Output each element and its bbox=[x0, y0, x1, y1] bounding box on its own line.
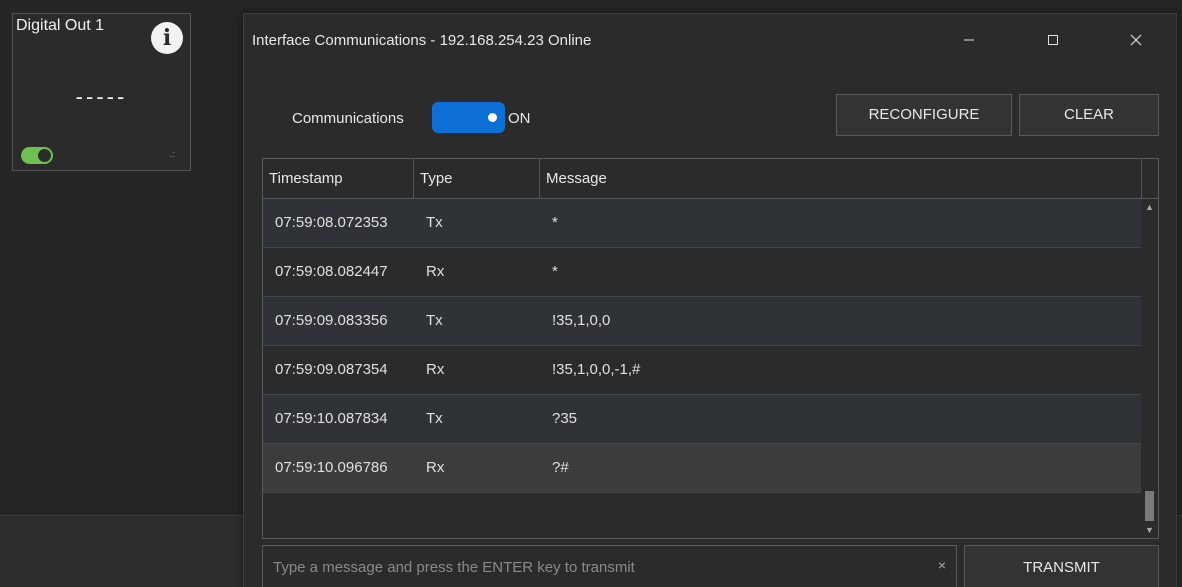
scroll-up-icon[interactable]: ▲ bbox=[1144, 201, 1155, 213]
title-bar[interactable]: Interface Communications - 192.168.254.2… bbox=[244, 14, 1176, 66]
column-header-type[interactable]: Type bbox=[414, 159, 540, 198]
cell-timestamp: 07:59:08.072353 bbox=[275, 214, 388, 231]
table-row[interactable]: 07:59:08.082447 Rx * bbox=[263, 248, 1141, 297]
clear-input-icon[interactable]: × bbox=[935, 557, 949, 573]
cell-timestamp: 07:59:09.083356 bbox=[275, 312, 388, 329]
digital-out-widget[interactable]: Digital Out 1 i ----- .: bbox=[12, 13, 191, 171]
communications-table: Timestamp Type Message 07:59:08.072353 T… bbox=[262, 158, 1159, 539]
scroll-down-icon[interactable]: ▼ bbox=[1144, 524, 1155, 536]
maximize-button[interactable] bbox=[1038, 28, 1068, 52]
table-row[interactable]: 07:59:10.087834 Tx ?35 bbox=[263, 395, 1141, 444]
cell-type: Tx bbox=[426, 214, 443, 231]
table-body: 07:59:08.072353 Tx * 07:59:08.082447 Rx … bbox=[263, 199, 1141, 493]
table-row[interactable]: 07:59:10.096786 Rx ?# bbox=[263, 444, 1141, 493]
interface-communications-dialog: Interface Communications - 192.168.254.2… bbox=[243, 13, 1177, 587]
cell-type: Tx bbox=[426, 410, 443, 427]
info-icon[interactable]: i bbox=[151, 22, 183, 54]
maximize-icon bbox=[1048, 35, 1058, 45]
widget-value: ----- bbox=[75, 84, 128, 109]
close-button[interactable] bbox=[1121, 28, 1151, 52]
close-icon bbox=[1130, 34, 1142, 46]
cell-timestamp: 07:59:09.087354 bbox=[275, 361, 388, 378]
column-header-message[interactable]: Message bbox=[540, 159, 1142, 198]
table-row[interactable]: 07:59:09.083356 Tx !35,1,0,0 bbox=[263, 297, 1141, 346]
cell-message: ?# bbox=[552, 459, 569, 476]
cell-message: * bbox=[552, 263, 558, 280]
cell-timestamp: 07:59:10.096786 bbox=[275, 459, 388, 476]
clear-button[interactable]: CLEAR bbox=[1019, 94, 1159, 136]
minimize-button[interactable] bbox=[954, 28, 984, 52]
reconfigure-button[interactable]: RECONFIGURE bbox=[836, 94, 1012, 136]
cell-type: Rx bbox=[426, 263, 445, 280]
column-header-timestamp[interactable]: Timestamp bbox=[263, 159, 414, 198]
toggle-state-label: ON bbox=[508, 110, 531, 127]
vertical-scrollbar[interactable]: ▲ ▼ bbox=[1141, 199, 1158, 538]
minimize-icon bbox=[964, 39, 974, 41]
cell-message: !35,1,0,0,-1,# bbox=[552, 361, 641, 378]
cell-message: !35,1,0,0 bbox=[552, 312, 611, 329]
communications-label: Communications bbox=[292, 110, 404, 127]
table-row[interactable]: 07:59:09.087354 Rx !35,1,0,0,-1,# bbox=[263, 346, 1141, 395]
message-input[interactable] bbox=[263, 546, 923, 587]
widget-title: Digital Out 1 bbox=[16, 17, 105, 34]
cell-type: Tx bbox=[426, 312, 443, 329]
widget-toggle[interactable] bbox=[21, 147, 53, 164]
cell-timestamp: 07:59:08.082447 bbox=[275, 263, 388, 280]
table-header: Timestamp Type Message bbox=[263, 159, 1158, 199]
cell-timestamp: 07:59:10.087834 bbox=[275, 410, 388, 427]
cell-type: Rx bbox=[426, 361, 445, 378]
message-input-container: × bbox=[262, 545, 957, 587]
transmit-button[interactable]: TRANSMIT bbox=[964, 545, 1159, 587]
cell-message: ?35 bbox=[552, 410, 578, 427]
table-row[interactable]: 07:59:08.072353 Tx * bbox=[263, 199, 1141, 248]
scrollbar-thumb[interactable] bbox=[1145, 491, 1154, 521]
dialog-title: Interface Communications - 192.168.254.2… bbox=[252, 32, 592, 49]
cell-message: * bbox=[552, 214, 558, 231]
communications-toggle[interactable] bbox=[432, 102, 505, 133]
cell-type: Rx bbox=[426, 459, 445, 476]
resize-grip-icon[interactable]: .: bbox=[170, 150, 180, 160]
